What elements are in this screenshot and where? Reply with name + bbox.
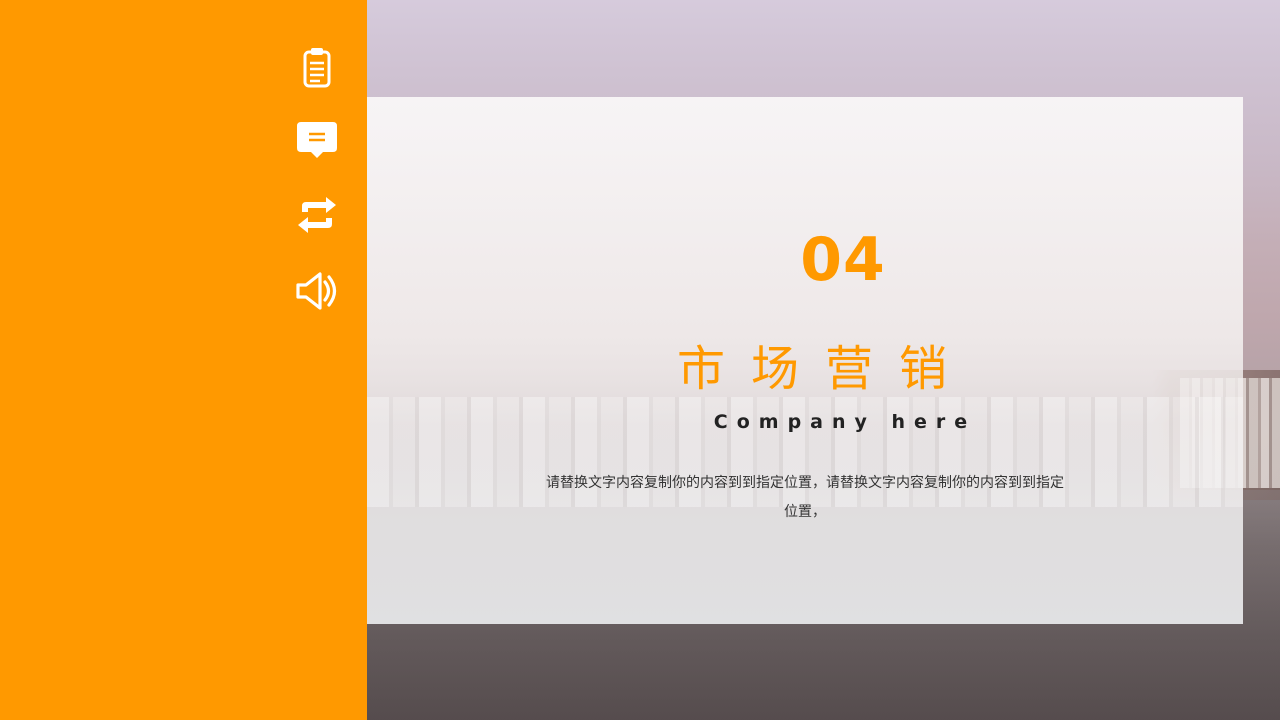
speaker-icon[interactable] [292,266,342,316]
repeat-icon[interactable] [292,190,342,240]
section-subtitle: Company here [713,411,977,433]
content-panel: 04 市场营销 Company here 请替换文字内容复制你的内容到到指定位置… [367,97,1243,624]
sidebar [0,0,367,720]
section-number: 04 [800,225,886,295]
clipboard-icon[interactable] [292,44,342,94]
message-icon[interactable] [292,114,342,164]
section-title: 市场营销 [676,341,973,397]
slide: 04 市场营销 Company here 请替换文字内容复制你的内容到到指定位置… [0,0,1280,720]
section-body-text: 请替换文字内容复制你的内容到到指定位置，请替换文字内容复制你的内容到到指定位置， [546,475,1064,520]
